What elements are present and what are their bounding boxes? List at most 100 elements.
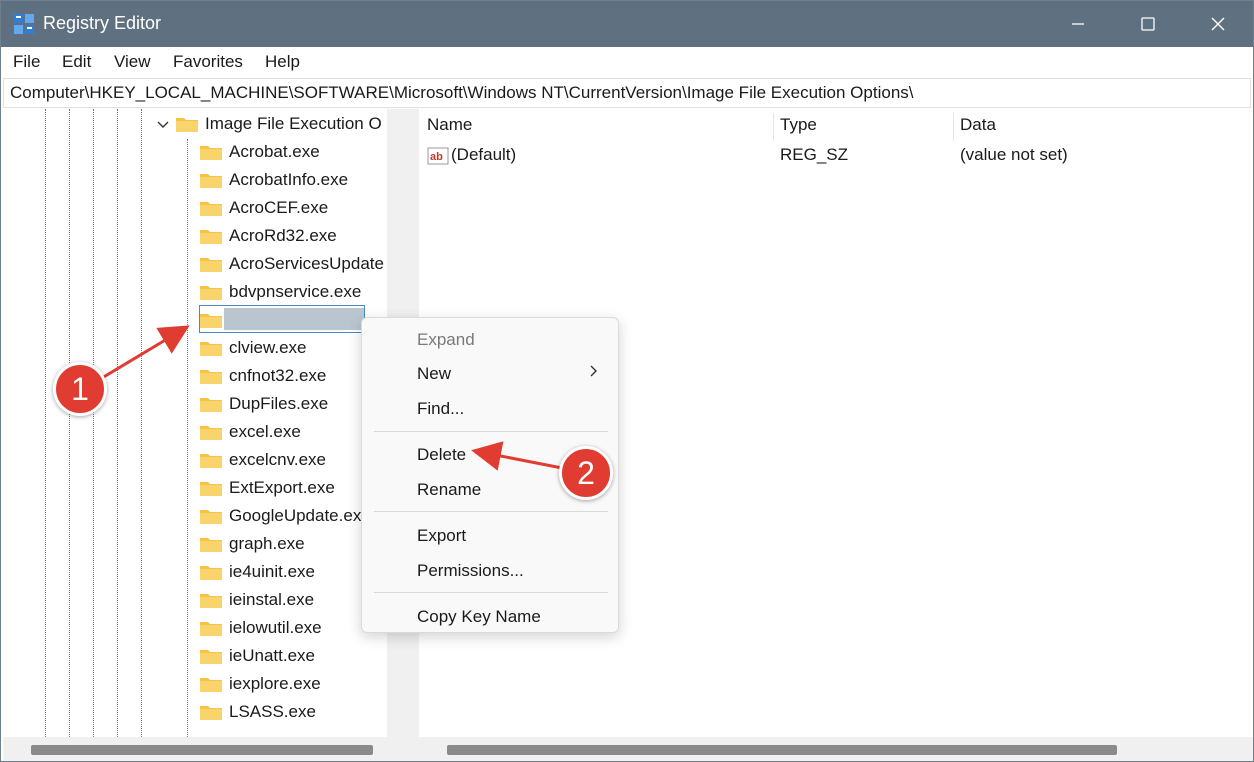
column-separator[interactable]	[953, 113, 954, 141]
tree-guide-line	[93, 109, 94, 737]
menu-separator	[374, 431, 608, 432]
menu-file[interactable]: File	[13, 52, 40, 72]
folder-icon	[200, 174, 222, 188]
tree-item-label: ieUnatt.exe	[229, 646, 315, 665]
tree-item-label: clview.exe	[229, 338, 307, 357]
tree-horizontal-scrollbar[interactable]	[3, 737, 411, 761]
tree-item[interactable]: Acrobat.exe	[199, 139, 320, 165]
value-row[interactable]: ab (Default) REG_SZ (value not set)	[419, 143, 1253, 169]
value-type: REG_SZ	[780, 145, 849, 164]
menu-bar: File Edit View Favorites Help	[1, 47, 1253, 77]
menu-item-export[interactable]: Export	[417, 526, 466, 546]
tree-item-label: excelcnv.exe	[229, 450, 327, 469]
folder-icon	[200, 650, 222, 664]
close-icon	[1211, 17, 1225, 31]
window-title: Registry Editor	[43, 13, 162, 33]
tree-item[interactable]: AcrobatInfo.exe	[199, 167, 348, 193]
tree-item[interactable]: iexplore.exe	[199, 671, 321, 697]
maximize-icon	[1141, 17, 1155, 31]
tree-item-label: GoogleUpdate.ex	[229, 506, 362, 525]
tree-item[interactable]: ExtExport.exe	[199, 475, 335, 501]
folder-icon	[200, 314, 222, 328]
menu-item-delete[interactable]: Delete	[417, 445, 466, 465]
folder-icon	[200, 538, 222, 552]
tree-item-label: cnfnot32.exe	[229, 366, 327, 385]
tree-item[interactable]: excelcnv.exe	[199, 447, 326, 473]
tree-guide-line	[187, 139, 188, 737]
tree-item-label: ielowutil.exe	[229, 618, 322, 637]
column-header-data[interactable]: Data	[960, 115, 996, 135]
folder-icon	[200, 594, 222, 608]
column-header-type[interactable]: Type	[780, 115, 817, 135]
menu-item-permissions[interactable]: Permissions...	[417, 561, 524, 581]
key-tree-pane[interactable]: Image File Execution O Acrobat.exe Acroba…	[3, 109, 411, 737]
tree-item-label: graph.exe	[229, 534, 305, 553]
menu-edit[interactable]: Edit	[62, 52, 91, 72]
folder-icon	[200, 202, 222, 216]
menu-item-rename[interactable]: Rename	[417, 480, 481, 500]
folder-icon	[200, 370, 222, 384]
tree-item[interactable]: AcroRd32.exe	[199, 223, 337, 249]
folder-icon	[200, 706, 222, 720]
tree-item[interactable]: cnfnot32.exe	[199, 363, 326, 389]
folder-icon	[200, 342, 222, 356]
folder-icon	[200, 286, 222, 300]
maximize-button[interactable]	[1113, 1, 1183, 47]
column-separator[interactable]	[773, 113, 774, 141]
tree-item[interactable]: ielowutil.exe	[199, 615, 322, 641]
tree-item[interactable]: clview.exe	[199, 335, 306, 361]
scrollbar-thumb[interactable]	[447, 745, 1117, 755]
tree-item-label: ExtExport.exe	[229, 478, 335, 497]
address-bar[interactable]: Computer\HKEY_LOCAL_MACHINE\SOFTWARE\Mic…	[3, 78, 1251, 108]
scrollbar-thumb[interactable]	[31, 745, 373, 755]
tree-item[interactable]: AcroServicesUpdate	[199, 251, 384, 277]
folder-icon	[200, 482, 222, 496]
title-bar: Registry Editor	[1, 1, 1253, 47]
value-name: (Default)	[451, 145, 517, 164]
tree-item-image-file-execution-options[interactable]: Image File Execution O	[155, 111, 382, 137]
tree-item[interactable]: ieinstal.exe	[199, 587, 314, 613]
menu-item-expand[interactable]: Expand	[417, 330, 475, 350]
tree-item[interactable]: GoogleUpdate.ex	[199, 503, 361, 529]
chevron-down-icon[interactable]	[155, 116, 171, 132]
tree-item[interactable]: bdvpnservice.exe	[199, 279, 361, 305]
tree-guide-line	[69, 109, 70, 737]
menu-item-copy-key-name[interactable]: Copy Key Name	[417, 607, 541, 627]
menu-separator	[374, 592, 608, 593]
registry-icon	[14, 14, 34, 34]
tree-item-label: AcrobatInfo.exe	[229, 170, 349, 189]
tree-item-label: LSASS.exe	[229, 702, 316, 721]
tree-item[interactable]: LSASS.exe	[199, 699, 316, 725]
menu-item-new[interactable]: New	[417, 364, 451, 384]
tree-item[interactable]: DupFiles.exe	[199, 391, 328, 417]
folder-icon	[200, 510, 222, 524]
tree-item-label: ieinstal.exe	[229, 590, 315, 609]
menu-help[interactable]: Help	[265, 52, 300, 72]
column-header-name[interactable]: Name	[427, 115, 472, 135]
menu-favorites[interactable]: Favorites	[173, 52, 243, 72]
tree-item-label: AcroServicesUpdate	[229, 254, 384, 273]
tree-item[interactable]: ie4uinit.exe	[199, 559, 315, 585]
string-value-icon: ab	[427, 147, 449, 165]
menu-item-find[interactable]: Find...	[417, 399, 464, 419]
tree-item[interactable]	[199, 307, 229, 333]
values-horizontal-scrollbar[interactable]	[419, 737, 1253, 761]
tree-item[interactable]: AcroCEF.exe	[199, 195, 328, 221]
folder-icon	[200, 566, 222, 580]
tree-item[interactable]: graph.exe	[199, 531, 305, 557]
tree-item-label: AcroRd32.exe	[229, 226, 337, 245]
folder-icon	[200, 230, 222, 244]
close-button[interactable]	[1183, 1, 1253, 47]
menu-separator	[374, 511, 608, 512]
menu-view[interactable]: View	[114, 52, 151, 72]
folder-icon	[200, 258, 222, 272]
tree-item-label: ie4uinit.exe	[229, 562, 316, 581]
annotation-callout-1: 1	[53, 362, 107, 416]
tree-item[interactable]: ieUnatt.exe	[199, 643, 315, 669]
redacted-key-name	[224, 308, 364, 330]
chevron-right-icon	[590, 365, 597, 377]
minimize-button[interactable]	[1043, 1, 1113, 47]
tree-item-label: Acrobat.exe	[229, 142, 320, 161]
tree-item-label: Image File Execution O	[205, 114, 382, 133]
tree-item[interactable]: excel.exe	[199, 419, 301, 445]
